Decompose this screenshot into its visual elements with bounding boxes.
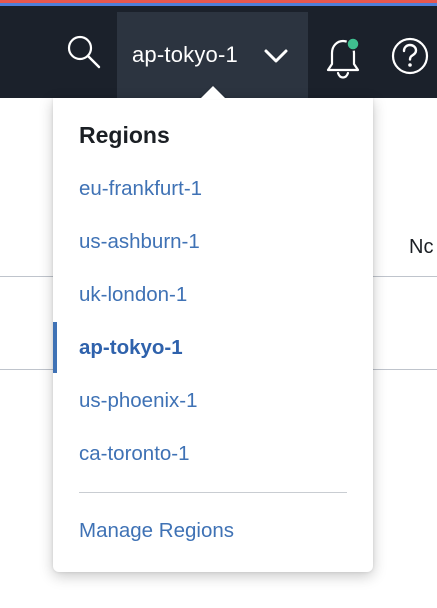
region-list: eu-frankfurt-1 us-ashburn-1 uk-london-1 … — [53, 162, 373, 480]
current-region-label: ap-tokyo-1 — [132, 42, 238, 67]
region-item-label: us-phoenix-1 — [79, 388, 198, 412]
chevron-down-icon — [264, 49, 288, 63]
region-item-ca-toronto-1[interactable]: ca-toronto-1 — [53, 427, 373, 480]
background-column-header: Nc — [409, 236, 434, 258]
region-item-us-phoenix-1[interactable]: us-phoenix-1 — [53, 374, 373, 427]
regions-dropdown-menu: Regions eu-frankfurt-1 us-ashburn-1 uk-l… — [53, 98, 373, 572]
region-item-label: ca-toronto-1 — [79, 441, 190, 465]
region-item-us-ashburn-1[interactable]: us-ashburn-1 — [53, 215, 373, 268]
region-item-label: eu-frankfurt-1 — [79, 176, 203, 200]
region-item-eu-frankfurt-1[interactable]: eu-frankfurt-1 — [53, 162, 373, 215]
dropdown-divider — [79, 492, 347, 493]
bell-icon — [326, 37, 360, 79]
dropdown-pointer — [200, 86, 226, 99]
notification-dot — [346, 37, 360, 51]
region-item-ap-tokyo-1[interactable]: ap-tokyo-1 — [53, 321, 373, 374]
help-icon — [391, 37, 429, 75]
search-button[interactable] — [58, 26, 110, 78]
region-item-label: uk-london-1 — [79, 282, 188, 306]
search-icon — [67, 35, 101, 69]
region-item-label: us-ashburn-1 — [79, 229, 200, 253]
top-header-bar: ap-tokyo-1 — [0, 6, 437, 98]
dropdown-title: Regions — [79, 122, 170, 148]
region-item-label: ap-tokyo-1 — [79, 335, 183, 359]
notifications-button[interactable] — [320, 32, 366, 82]
region-item-uk-london-1[interactable]: uk-london-1 — [53, 268, 373, 321]
manage-regions-link[interactable]: Manage Regions — [79, 519, 234, 543]
help-button[interactable] — [388, 34, 432, 78]
